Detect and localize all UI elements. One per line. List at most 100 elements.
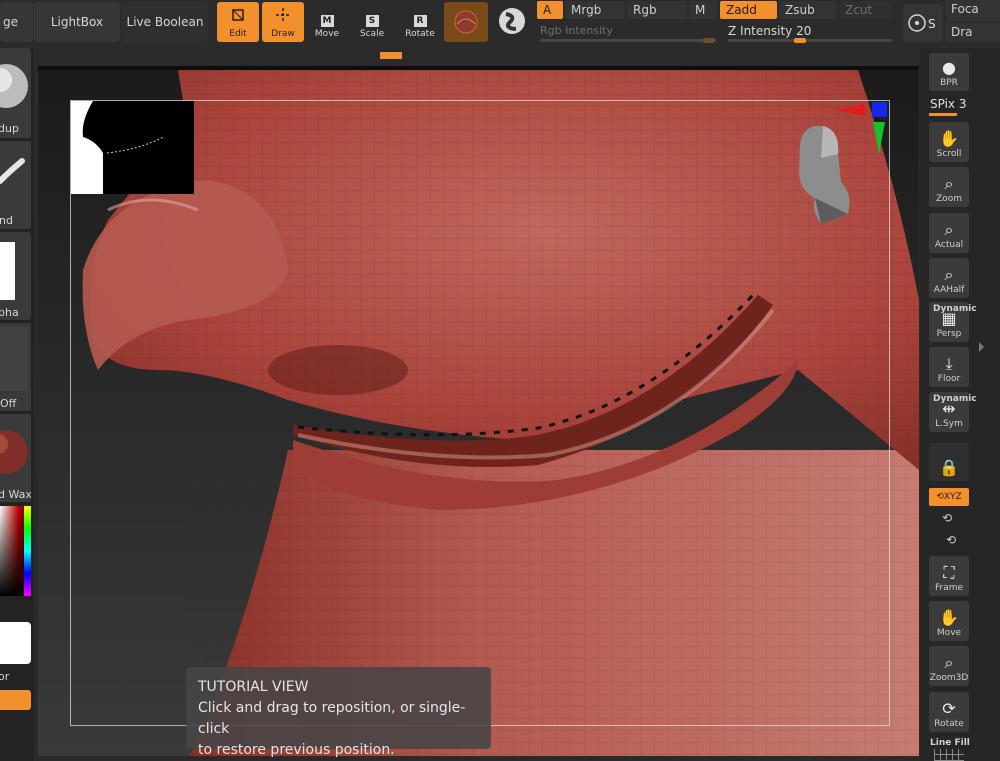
mrgb-toggle-label: Mrgb (571, 3, 602, 17)
tutorial-title: TUTORIAL VIEW (198, 679, 309, 695)
navigator-thumbnail[interactable] (71, 101, 194, 194)
rotate-view-label: Rotate (934, 719, 964, 729)
edit-label: Edit (229, 29, 247, 39)
zadd-toggle[interactable]: Zadd (720, 1, 777, 19)
rotate-view-icon: ⟳ (942, 699, 956, 718)
move-hand-icon: ✋ (939, 608, 959, 627)
focal-shift-slider[interactable]: Foca (946, 0, 1000, 22)
axis-gizmo-icon[interactable] (835, 102, 890, 157)
rotate-tool-button[interactable]: R Rotate (399, 2, 441, 42)
material-swatch-button[interactable] (444, 2, 488, 42)
stroke-card[interactable]: nd (0, 141, 31, 229)
brush-caption: dup (0, 122, 19, 135)
material-card[interactable]: d Wax (0, 414, 31, 502)
persp-button[interactable]: Dynamic ▦ Persp (929, 302, 977, 342)
z-intensity-slider[interactable] (728, 39, 892, 42)
live-boolean-label: Live Boolean (126, 15, 204, 29)
viewport-canvas[interactable] (38, 66, 919, 756)
spix-slider[interactable] (929, 113, 957, 116)
lightbox-button[interactable]: LightBox (34, 2, 120, 42)
edit-button[interactable]: Edit (217, 2, 259, 42)
lock-button[interactable]: 🔒 (929, 443, 969, 481)
a-toggle-label: A (543, 3, 552, 17)
scroll-button[interactable]: ✋ Scroll (929, 122, 969, 162)
zsub-toggle[interactable]: Zsub (779, 1, 837, 19)
partial-left-button[interactable]: ge (0, 2, 33, 42)
draw-size-slider[interactable]: Dra (946, 23, 1000, 42)
linefill-label: Line Fill (930, 738, 970, 748)
material-caption: d Wax (0, 488, 31, 501)
frame-button[interactable]: ⛶ Frame (929, 556, 969, 596)
zoom3d-icon: ⌕ (944, 653, 954, 672)
z-intensity-knob[interactable] (794, 38, 806, 43)
spix-control[interactable]: SPix 3 (930, 97, 967, 111)
zadd-toggle-label: Zadd (726, 3, 757, 17)
bpr-label: BPR (940, 78, 958, 88)
hue-strip[interactable] (24, 506, 31, 596)
zcut-toggle-label: Zcut (845, 3, 873, 17)
live-boolean-button[interactable]: Live Boolean (122, 2, 208, 42)
move-view-button[interactable]: ✋ Move (929, 601, 969, 641)
zoom3d-label: Zoom3D (929, 673, 969, 683)
gyro-icon (908, 14, 926, 32)
scroll-marker (380, 52, 402, 59)
spix-label: SPix (930, 97, 956, 111)
alpha-preview (0, 242, 15, 300)
bpr-button[interactable]: ● BPR (929, 53, 969, 91)
spix-value: 3 (958, 97, 967, 111)
frame-label: Frame (934, 583, 964, 593)
lsym-label: L.Sym (935, 419, 963, 429)
texture-caption: Off (0, 397, 17, 410)
aahalf-icon: ⌕ (944, 265, 954, 284)
top-toolbar: ge LightBox Live Boolean Edit Draw M Mov… (0, 0, 1000, 59)
color-sphere-icon (499, 8, 525, 34)
secondary-color-swatch[interactable] (0, 690, 31, 710)
zoom-button[interactable]: ⌕ Zoom (929, 167, 969, 207)
stroke-icon (0, 158, 25, 184)
stroke-caption: nd (0, 214, 13, 227)
s-label: S (928, 17, 936, 31)
scroll-hand-icon: ✋ (939, 129, 959, 148)
a-toggle[interactable]: A (537, 1, 563, 19)
rgb-intensity-knob[interactable] (703, 38, 715, 43)
m-toggle-label: M (695, 3, 706, 17)
rgb-intensity-slider[interactable] (540, 39, 716, 42)
zcut-toggle[interactable]: Zcut (839, 1, 891, 19)
actual-button[interactable]: ⌕ Actual (929, 213, 969, 253)
rgb-toggle[interactable]: Rgb (627, 1, 687, 19)
m-toggle[interactable]: M (689, 1, 717, 19)
rotate-view-button[interactable]: ⟳ Rotate (929, 692, 969, 732)
draw-label: Draw (271, 29, 295, 39)
main-color-swatch[interactable] (0, 622, 31, 664)
xyz-button[interactable]: ⟲ XYZ (929, 488, 969, 506)
zoom3d-button[interactable]: ⌕ Zoom3D (929, 646, 969, 686)
right-scrollbar[interactable] (975, 290, 985, 370)
draw-button[interactable]: Draw (262, 2, 304, 42)
bpr-sphere-icon: ● (942, 58, 956, 77)
texture-card[interactable]: Off (0, 323, 31, 411)
floor-button[interactable]: ⤓ Floor (929, 347, 969, 387)
color-picker[interactable] (0, 506, 31, 596)
texture-preview (0, 327, 28, 391)
thumbnail-silhouette (71, 101, 164, 194)
persp-label: Persp (936, 329, 962, 339)
lsym-dynamic-label: Dynamic (933, 394, 977, 404)
linefill-grid-icon[interactable] (934, 749, 964, 761)
frame-icon: ⛶ (943, 563, 955, 582)
lsym-button[interactable]: Dynamic ⇹ L.Sym (929, 392, 977, 432)
brush-card[interactable]: dup (0, 48, 31, 138)
move-tool-label: Move (314, 29, 340, 39)
y-rotate-icon[interactable]: ⟲ (942, 511, 952, 525)
tutorial-tooltip: TUTORIAL VIEW Click and drag to repositi… (186, 667, 491, 758)
move-tool-button[interactable]: M Move (306, 2, 348, 42)
scale-tool-button[interactable]: S Scale (351, 2, 393, 42)
z-rotate-icon[interactable]: ⟲ (946, 533, 956, 547)
mrgb-toggle[interactable]: Mrgb (565, 1, 625, 19)
alpha-card[interactable]: pha (0, 232, 31, 320)
aahalf-button[interactable]: ⌕ AAHalf (929, 258, 969, 298)
scale-icon: S (365, 15, 379, 27)
color-sphere-button[interactable] (492, 2, 532, 42)
z-intensity-slider-label: Z Intensity 20 (728, 24, 811, 38)
actual-label: Actual (934, 240, 964, 250)
stroke-settings-button[interactable]: S (903, 4, 943, 42)
